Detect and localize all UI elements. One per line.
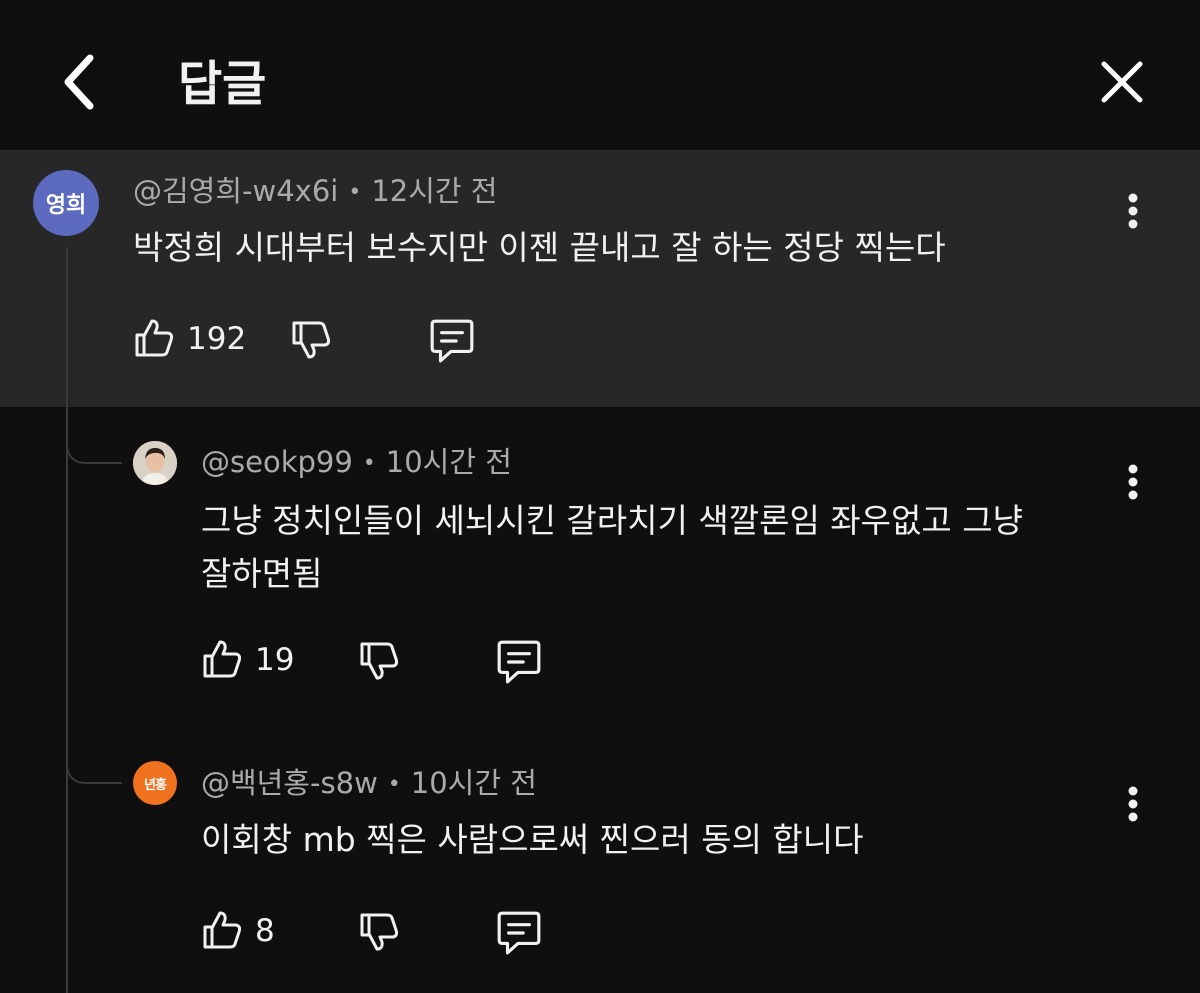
comment-time: 12시간 전: [371, 174, 498, 208]
more-options-button[interactable]: [1113, 776, 1153, 832]
reply-button[interactable]: [428, 318, 476, 364]
reply-button[interactable]: [495, 639, 543, 685]
dislike-button[interactable]: [290, 319, 334, 363]
comment-icon: [430, 319, 474, 363]
like-count: 8: [255, 913, 275, 949]
like-button[interactable]: 8: [201, 909, 275, 953]
avatar[interactable]: [133, 441, 177, 485]
like-count: 192: [187, 321, 247, 357]
header-bar: 답글: [0, 0, 1200, 150]
profile-photo-icon: [133, 441, 177, 485]
like-button[interactable]: 192: [133, 317, 246, 361]
comment-author[interactable]: @seokp99: [201, 445, 353, 479]
thumbs-down-icon: [292, 321, 331, 359]
dislike-button[interactable]: [358, 911, 402, 955]
comment-icon: [497, 911, 541, 955]
thread-line: [66, 247, 68, 993]
more-vert-icon: [1128, 193, 1138, 229]
comment-author[interactable]: @백년홍-s8w: [201, 766, 378, 800]
avatar[interactable]: 영희: [33, 170, 99, 236]
chevron-left-icon: [64, 54, 94, 110]
like-button[interactable]: 19: [201, 638, 294, 682]
more-options-button[interactable]: [1113, 454, 1153, 510]
comment-text-line: 잘하면됨: [201, 554, 323, 593]
thumbs-down-icon: [360, 913, 399, 951]
thread-connector: [66, 418, 122, 464]
more-vert-icon: [1128, 786, 1138, 822]
reply-button[interactable]: [495, 910, 543, 956]
comment-text: 이회창 mb 찍은 사람으로써 찐으러 동의 합니다: [201, 820, 864, 859]
comment-meta: @seokp99 • 10시간 전: [201, 445, 512, 479]
thumbs-up-icon: [135, 319, 174, 357]
avatar-initials: 영희: [45, 193, 87, 218]
more-vert-icon: [1128, 464, 1138, 500]
avatar[interactable]: 년홍: [133, 761, 177, 805]
like-count: 19: [255, 642, 295, 678]
comment-time: 10시간 전: [410, 766, 537, 800]
thumbs-down-icon: [360, 642, 399, 680]
comment-meta: @백년홍-s8w • 10시간 전: [201, 766, 537, 800]
dislike-button[interactable]: [358, 640, 402, 684]
comment-author[interactable]: @김영희-w4x6i: [133, 174, 338, 208]
close-button[interactable]: [1090, 50, 1154, 114]
comment-time: 10시간 전: [385, 445, 512, 479]
comment-text: 박정희 시대부터 보수지만 이젠 끝내고 잘 하는 정당 찍는다: [133, 228, 946, 267]
thumbs-up-icon: [203, 911, 242, 949]
more-options-button[interactable]: [1113, 183, 1153, 239]
thumbs-up-icon: [203, 640, 242, 678]
avatar-initials: 년홍: [144, 777, 167, 793]
close-icon: [1101, 61, 1143, 103]
back-button[interactable]: [50, 50, 110, 114]
comment-text-line: 그냥 정치인들이 세뇌시킨 갈라치기 색깔론임 좌우없고 그냥: [201, 501, 1023, 540]
comment-meta: @김영희-w4x6i • 12시간 전: [133, 174, 498, 208]
comment-icon: [497, 640, 541, 684]
thread-connector: [66, 738, 122, 784]
page-title: 답글: [178, 56, 267, 112]
